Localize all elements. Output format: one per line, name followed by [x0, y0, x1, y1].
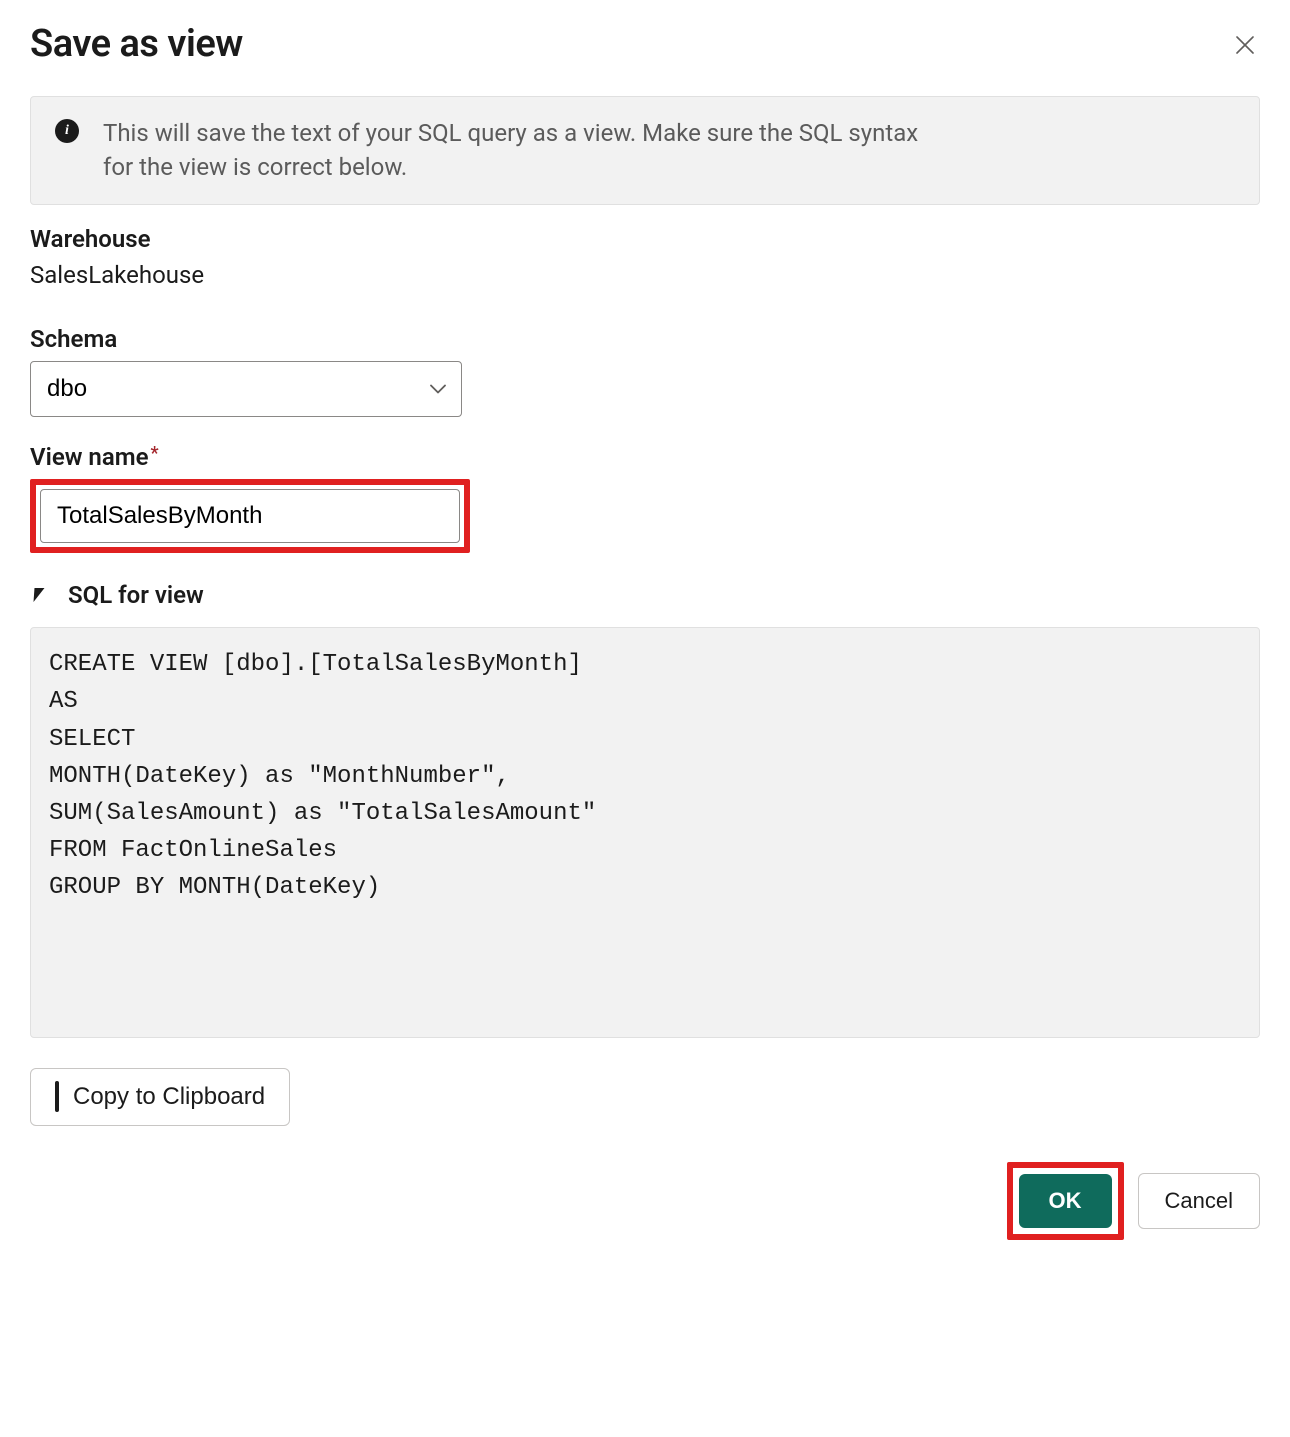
copy-button-label: Copy to Clipboard — [73, 1083, 265, 1111]
footer-buttons: OK Cancel — [30, 1162, 1260, 1240]
sql-code-box: CREATE VIEW [dbo].[TotalSalesByMonth] AS… — [30, 627, 1260, 1037]
view-name-label: View name* — [30, 443, 1260, 471]
view-name-input[interactable] — [40, 489, 460, 543]
info-icon: i — [55, 119, 79, 143]
copy-to-clipboard-button[interactable]: Copy to Clipboard — [30, 1068, 290, 1126]
view-name-label-text: View name — [30, 443, 148, 471]
warehouse-label: Warehouse — [30, 225, 1260, 253]
triangle-icon — [34, 588, 55, 602]
required-indicator: * — [150, 443, 158, 464]
schema-label: Schema — [30, 325, 1260, 353]
schema-select-wrap — [30, 361, 462, 417]
info-banner: i This will save the text of your SQL qu… — [30, 96, 1260, 205]
schema-select[interactable] — [30, 361, 462, 417]
copy-icon — [55, 1081, 59, 1112]
ok-button-highlight: OK — [1007, 1162, 1124, 1240]
ok-button[interactable]: OK — [1019, 1174, 1112, 1228]
close-button[interactable] — [1230, 30, 1260, 64]
warehouse-value: SalesLakehouse — [30, 261, 1260, 289]
info-banner-text: This will save the text of your SQL quer… — [103, 117, 943, 184]
close-icon — [1236, 34, 1254, 59]
sql-section-header: SQL for view — [34, 581, 1260, 609]
dialog-title: Save as view — [30, 22, 243, 66]
view-name-input-highlight — [30, 479, 470, 553]
cancel-button[interactable]: Cancel — [1138, 1173, 1260, 1229]
sql-section-title: SQL for view — [68, 581, 204, 609]
dialog-header: Save as view — [30, 22, 1260, 66]
